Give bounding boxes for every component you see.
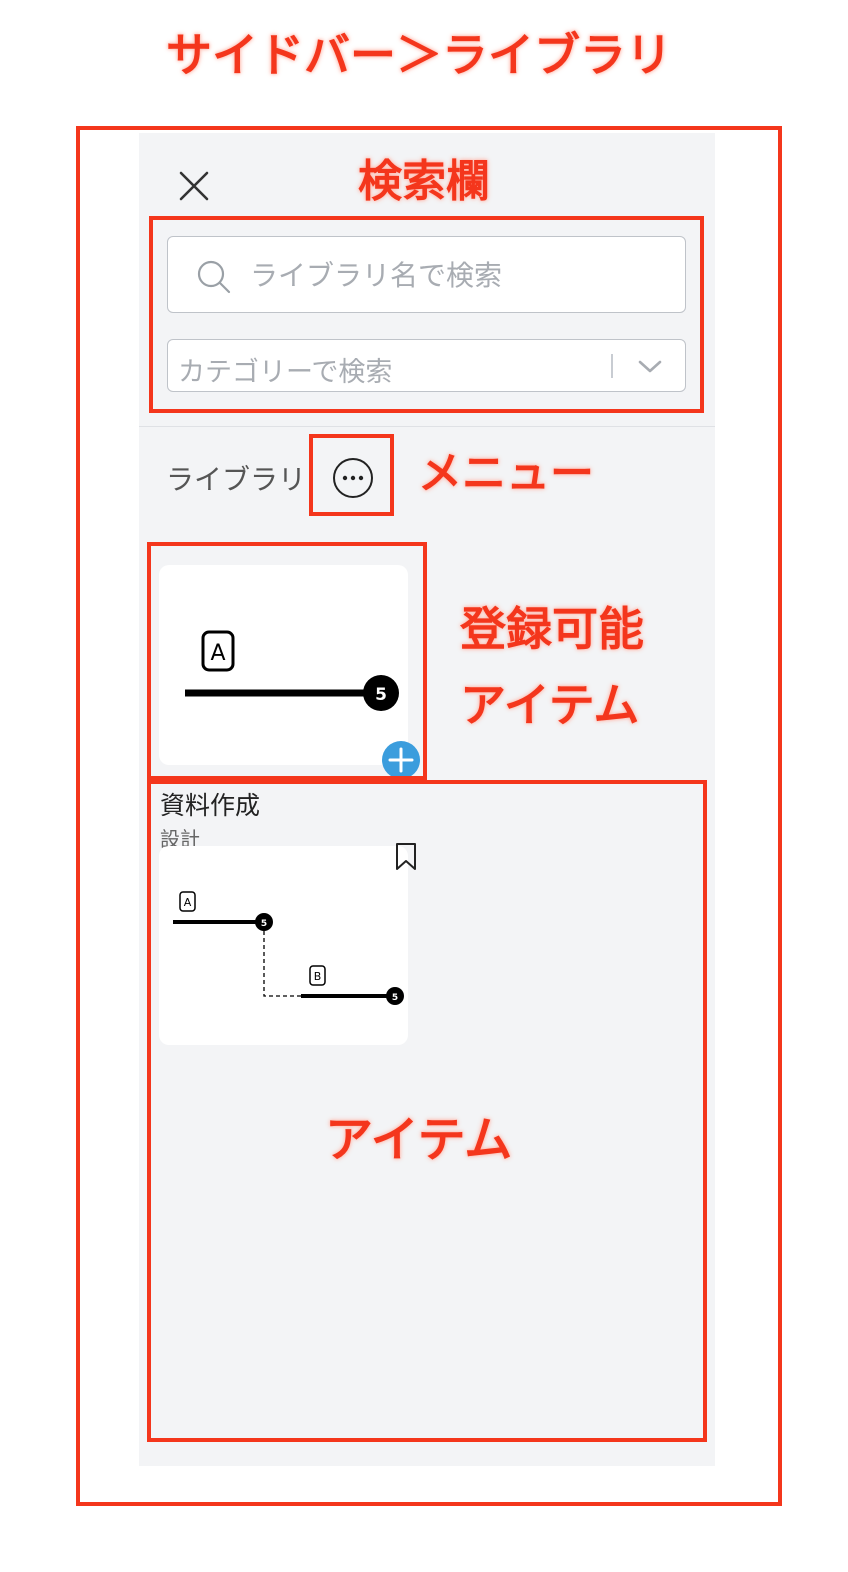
- annotation-items-label: アイテム: [325, 1112, 513, 1168]
- annotation-registrable-box: [147, 542, 427, 780]
- annotation-menu-box: [309, 434, 394, 516]
- annotation-search-box: [149, 216, 704, 413]
- annotation-page-title: サイドバー＞ライブラリ: [166, 28, 672, 82]
- annotation-menu-label: メニュー: [418, 448, 594, 499]
- library-title: ライブラリ: [166, 463, 307, 496]
- close-icon[interactable]: [176, 168, 212, 204]
- divider: [139, 426, 715, 427]
- annotation-search-label: 検索欄: [358, 156, 490, 207]
- annotation-registrable-label-1: 登録可能: [460, 602, 644, 656]
- annotation-items-box: [147, 780, 707, 1442]
- annotation-registrable-label-2: アイテム: [460, 678, 640, 732]
